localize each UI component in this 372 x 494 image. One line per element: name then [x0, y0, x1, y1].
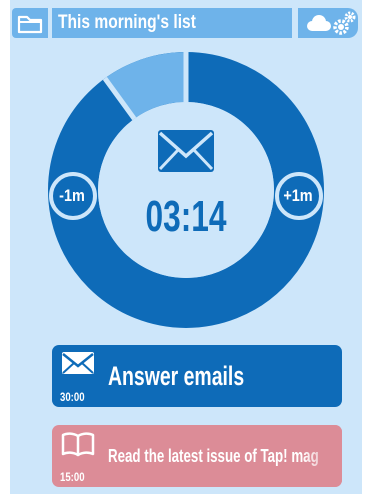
current-task[interactable]: 30:00 Answer emails [52, 345, 342, 407]
envelope-icon [62, 352, 94, 374]
time-remaining: 03:14 [145, 192, 227, 241]
book-icon [61, 432, 95, 457]
elapsed-arc [104, 52, 187, 120]
envelope-icon [158, 130, 214, 172]
task-duration: 30:00 [60, 390, 85, 404]
timer-dial [48, 52, 324, 328]
minus-minute-label[interactable]: -1m [55, 172, 89, 220]
task-name: Answer emails [108, 361, 245, 391]
next-task[interactable]: 15:00 Read the latest issue of Tap! mag [52, 425, 342, 487]
timer-center [98, 102, 274, 278]
plus-minute-label[interactable]: +1m [281, 172, 315, 220]
app-screen: This morning's list -1m +1m 03:14 30:00 … [10, 0, 362, 494]
fade-overlay [302, 425, 342, 487]
task-name: Read the latest issue of Tap! mag [108, 446, 319, 466]
task-duration: 15:00 [60, 470, 85, 484]
